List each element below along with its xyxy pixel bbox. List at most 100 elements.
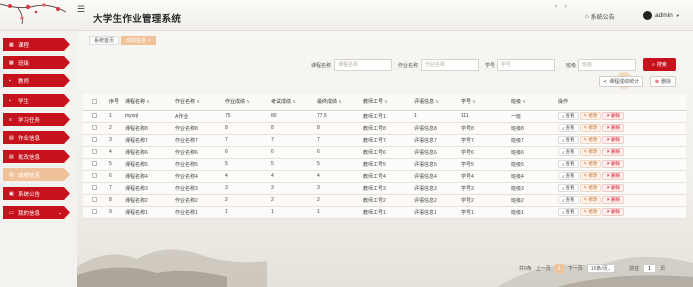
class-input[interactable] <box>578 59 636 71</box>
row-checkbox[interactable] <box>83 122 105 135</box>
class-filter-label: 班级 <box>566 63 577 69</box>
table-cell: 2 <box>313 194 359 207</box>
table-cell: 课程名称6 <box>121 146 171 159</box>
sidebar-item-review[interactable]: ▤ 批改信息 <box>3 150 70 163</box>
sidebar-item-teacher[interactable]: ▪ 教师 <box>3 74 70 87</box>
page-size-select[interactable]: 10条/页 ⌄ <box>586 264 616 273</box>
delete-button[interactable]: ✕ 删除 <box>602 148 625 156</box>
sidebar-item-course[interactable]: ▦ 课程 <box>3 38 70 51</box>
edit-button[interactable]: ✎ 修改 <box>579 124 602 132</box>
view-button[interactable]: ⌕ 查看 <box>558 184 579 192</box>
table-cell: 3 <box>221 182 267 195</box>
edit-button[interactable]: ✎ 修改 <box>579 112 602 120</box>
grid-icon: ▦ <box>9 41 14 48</box>
row-checkbox[interactable] <box>83 182 105 195</box>
view-button[interactable]: ⌕ 查看 <box>558 208 579 216</box>
view-button[interactable]: ⌕ 查看 <box>558 172 579 180</box>
delete-button[interactable]: ✕ 删除 <box>602 184 625 192</box>
row-checkbox[interactable] <box>83 110 105 123</box>
homework-filter-label: 作业名称 <box>398 63 419 69</box>
user-menu[interactable]: admin ▼ <box>643 11 680 20</box>
edit-button[interactable]: ✎ 修改 <box>579 208 602 216</box>
delete-button[interactable]: ✕ 删除 <box>602 208 625 216</box>
grades-table: 序号 课程名称 ⇅ 作业名称 ⇅ 作业成绩 ⇅ 考试成绩 ⇅ 最终成绩 ⇅ 教师… <box>83 94 686 219</box>
edit-label: 修改 <box>588 185 598 190</box>
col-header[interactable]: 学号 ⇅ <box>457 94 507 111</box>
col-header[interactable]: 班级 ⇅ <box>507 94 554 111</box>
delete-button[interactable]: ✕ 删除 <box>602 160 625 168</box>
col-header[interactable]: 最终成绩 ⇅ <box>313 94 359 111</box>
delete-button[interactable]: ✕ 删除 <box>602 136 625 144</box>
search-icon: ⌕ <box>562 185 565 191</box>
bulk-delete-button[interactable]: ⊗ 删除 <box>650 76 676 87</box>
homework-name-input[interactable] <box>421 59 479 71</box>
student-id-input[interactable] <box>497 59 555 71</box>
table-cell: 课程名称2 <box>121 194 171 207</box>
sidebar-item-task[interactable]: ≡ 学习任务 <box>3 113 70 126</box>
col-header[interactable]: 课程名称 ⇅ <box>121 94 171 111</box>
edit-button[interactable]: ✎ 修改 <box>579 196 602 204</box>
delete-button[interactable]: ✕ 删除 <box>602 172 625 180</box>
row-checkbox[interactable] <box>83 158 105 171</box>
tab-home[interactable]: 系统首页 <box>89 36 120 45</box>
search-button[interactable]: ⌕ 搜索 <box>643 58 676 71</box>
filter-bar: 课程名称 作业名称 学号 班级 <box>77 59 693 71</box>
sidebar-item-class[interactable]: ▦ 班级 <box>3 56 70 69</box>
current-page[interactable]: 1 <box>554 264 564 273</box>
row-actions: ⌕ 查看 ✎ 修改 ✕ 删除 <box>554 158 686 171</box>
sidebar-item-grades[interactable]: ▤ 成绩信息 <box>3 168 70 181</box>
table-cell: 教师工号1 <box>359 206 410 219</box>
edit-button[interactable]: ✎ 修改 <box>579 136 602 144</box>
col-header[interactable]: 评语信息 ⇅ <box>410 94 457 111</box>
view-button[interactable]: ⌕ 查看 <box>558 112 579 120</box>
table-cell: 2 <box>221 194 267 207</box>
view-button[interactable]: ⌕ 查看 <box>558 136 579 144</box>
course-name-input[interactable] <box>334 59 392 71</box>
col-header[interactable]: 作业成绩 ⇅ <box>221 94 267 111</box>
notice-icon: ⌂ <box>585 13 589 20</box>
prev-page-button[interactable]: 上一页 <box>536 265 551 272</box>
delete-button[interactable]: ✕ 删除 <box>602 124 625 132</box>
row-checkbox[interactable] <box>83 170 105 183</box>
delete-button[interactable]: ✕ 删除 <box>602 196 625 204</box>
notice-link[interactable]: ⌂ 系统公告 <box>585 12 615 22</box>
goto-page-input[interactable] <box>643 264 657 273</box>
table-cell: 学号2 <box>457 194 507 207</box>
edit-icon: ✎ <box>583 113 588 118</box>
select-all-checkbox[interactable] <box>83 94 105 111</box>
row-checkbox[interactable] <box>83 206 105 219</box>
col-header[interactable]: 作业名称 ⇅ <box>171 94 221 111</box>
close-icon[interactable]: × <box>148 38 151 44</box>
edit-button[interactable]: ✎ 修改 <box>579 148 602 156</box>
sidebar-item-label: 作业信息 <box>18 135 41 142</box>
row-checkbox[interactable] <box>83 194 105 207</box>
row-checkbox[interactable] <box>83 134 105 147</box>
row-checkbox[interactable] <box>83 146 105 159</box>
next-page-button[interactable]: 下一页 <box>568 265 583 272</box>
col-header[interactable]: 考试成绩 ⇅ <box>267 94 313 111</box>
view-button[interactable]: ⌕ 查看 <box>558 196 579 204</box>
close-icon: ⊗ <box>654 78 660 85</box>
edit-button[interactable]: ✎ 修改 <box>579 160 602 168</box>
menu-toggle-icon[interactable]: ☰ <box>77 5 85 14</box>
tab-label: 系统首页 <box>94 38 115 44</box>
row-actions: ⌕ 查看 ✎ 修改 ✕ 删除 <box>554 206 686 219</box>
edit-button[interactable]: ✎ 修改 <box>579 172 602 180</box>
total-count: 共9条 <box>519 266 532 272</box>
view-button[interactable]: ⌕ 查看 <box>558 124 579 132</box>
notice-icon: ▣ <box>9 190 14 197</box>
delete-button[interactable]: ✕ 删除 <box>602 112 625 120</box>
edit-button[interactable]: ✎ 修改 <box>579 184 602 192</box>
sidebar-item-notice[interactable]: ▣ 系统公告 <box>3 187 70 200</box>
table-cell: 4 <box>105 146 121 159</box>
sidebar-item-homework[interactable]: ▤ 作业信息 <box>3 131 70 144</box>
view-button[interactable]: ⌕ 查看 <box>558 160 579 168</box>
sidebar-item-student[interactable]: ▪ 学生 <box>3 94 70 107</box>
user-name: admin <box>655 12 673 19</box>
sidebar-item-profile[interactable]: ▭ 我的信息 ⌄ <box>3 206 70 219</box>
grade-stats-button[interactable]: ≺ 课程成绩统计 <box>599 76 643 87</box>
col-header[interactable]: 教师工号 ⇅ <box>359 94 410 111</box>
view-button[interactable]: ⌕ 查看 <box>558 148 579 156</box>
tab-grades[interactable]: 成绩信息 × <box>121 36 156 45</box>
search-label: 搜索 <box>656 62 667 68</box>
